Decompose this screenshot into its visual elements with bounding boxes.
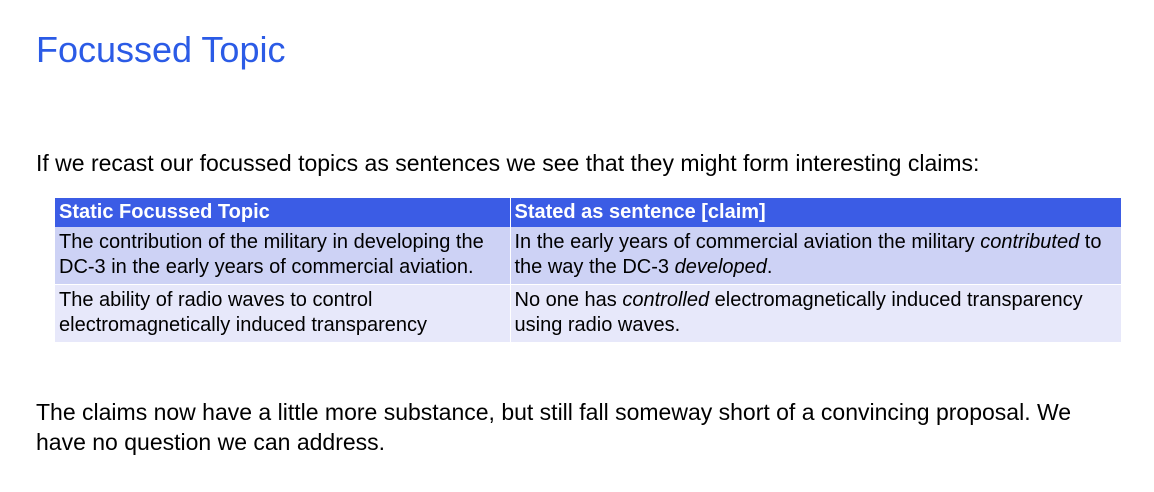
topic-cell: The contribution of the military in deve…: [55, 227, 510, 285]
column-header-topic: Static Focussed Topic: [55, 198, 510, 227]
table-header-row: Static Focussed Topic Stated as sentence…: [55, 198, 1121, 227]
claim-emphasis: controlled: [622, 289, 710, 311]
claim-cell: No one has controlled electromagneticall…: [509, 284, 1121, 342]
conclusion-text: The claims now have a little more substa…: [36, 399, 1072, 455]
claim-text: .: [766, 256, 773, 278]
topic-cell: The ability of radio waves to control el…: [55, 284, 510, 342]
table-row: The ability of radio waves to control el…: [55, 284, 1121, 342]
column-header-claim: Stated as sentence [claim]: [509, 198, 1121, 227]
claim-emphasis: developed: [674, 256, 767, 278]
claim-emphasis: contributed: [980, 231, 1080, 253]
intro-text: If we recast our focussed topics as sent…: [36, 150, 980, 176]
page-title: Focussed Topic: [36, 29, 286, 70]
table-row: The contribution of the military in deve…: [55, 227, 1121, 285]
claim-text: In the early years of commercial aviatio…: [514, 231, 981, 253]
claims-table: Static Focussed Topic Stated as sentence…: [55, 198, 1121, 342]
claim-cell: In the early years of commercial aviatio…: [509, 227, 1121, 285]
claim-text: No one has: [514, 289, 623, 311]
